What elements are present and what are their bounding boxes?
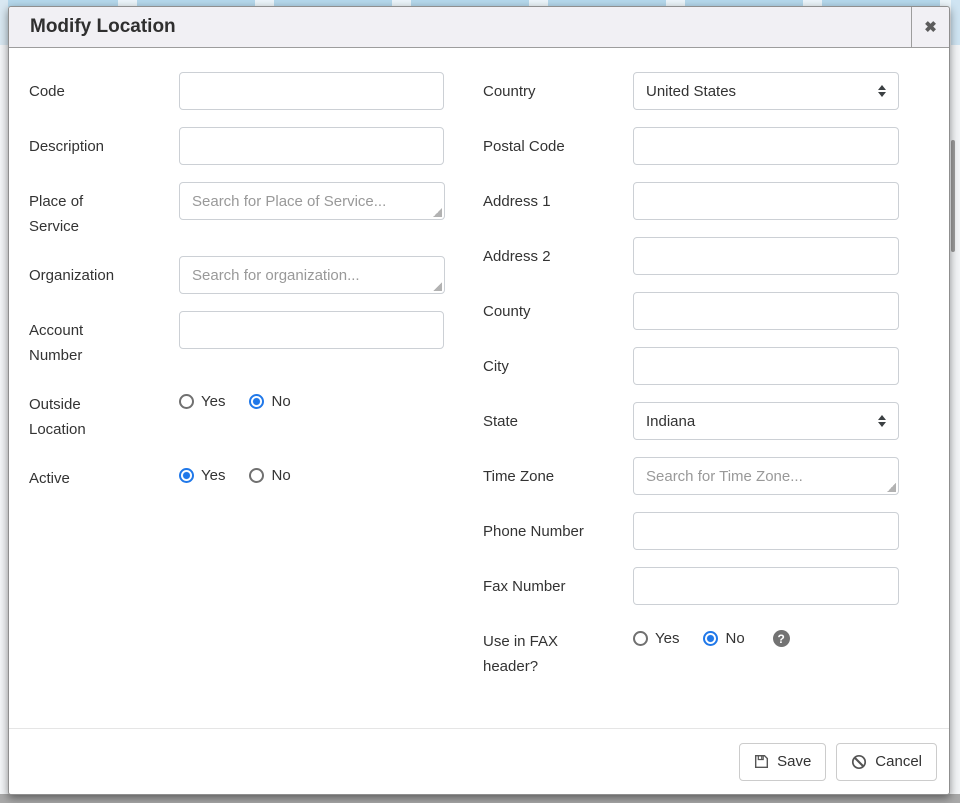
save-button[interactable]: Save (739, 743, 826, 781)
field-row-postal-code: Postal Code (483, 127, 899, 165)
close-button[interactable]: ✖ (911, 7, 949, 47)
city-input[interactable] (633, 347, 899, 385)
dialog-footer: Save Cancel (9, 728, 949, 794)
fax-number-label: Fax Number (483, 567, 633, 599)
field-row-use-in-fax-header: Use in FAX header? Yes No ? (483, 622, 899, 679)
state-select[interactable]: Indiana (633, 402, 899, 440)
organization-label: Organization (29, 256, 179, 288)
page-background-bottom (0, 794, 960, 803)
time-zone-label: Time Zone (483, 457, 633, 489)
dialog-body: Code Description Place of Service Organi… (9, 48, 949, 728)
dialog-title: Modify Location (9, 7, 911, 47)
code-label: Code (29, 72, 179, 104)
county-input[interactable] (633, 292, 899, 330)
radio-input[interactable] (249, 394, 264, 409)
radio-option-label: Yes (201, 393, 225, 410)
field-row-account-number: Account Number (29, 311, 444, 368)
place-of-service-search-input[interactable] (179, 182, 445, 220)
updown-arrows-icon (878, 85, 886, 97)
description-label: Description (29, 127, 179, 159)
field-row-address-2: Address 2 (483, 237, 899, 275)
form-column-right: Country United States Postal Code Addres… (483, 72, 899, 696)
field-row-outside-location: Outside Location Yes No (29, 385, 444, 442)
use-in-fax-header-yes-radio[interactable]: Yes (633, 630, 679, 647)
time-zone-search-input[interactable] (633, 457, 899, 495)
resize-grip-icon (433, 208, 442, 217)
use-in-fax-header-label: Use in FAX header? (483, 622, 633, 679)
field-row-description: Description (29, 127, 444, 165)
form-column-left: Code Description Place of Service Organi… (29, 72, 444, 696)
state-label: State (483, 402, 633, 434)
country-label: Country (483, 72, 633, 104)
radio-option-label: Yes (201, 467, 225, 484)
page-scrollbar-thumb (951, 140, 955, 252)
help-icon[interactable]: ? (773, 630, 790, 647)
save-floppy-icon (754, 754, 769, 769)
page-background-left (0, 0, 8, 795)
field-row-address-1: Address 1 (483, 182, 899, 220)
field-row-active: Active Yes No (29, 459, 444, 497)
dialog-header: Modify Location ✖ (9, 7, 949, 48)
radio-input[interactable] (179, 394, 194, 409)
field-row-country: Country United States (483, 72, 899, 110)
county-label: County (483, 292, 633, 324)
outside-location-yes-radio[interactable]: Yes (179, 393, 225, 410)
active-yes-radio[interactable]: Yes (179, 467, 225, 484)
cancel-button[interactable]: Cancel (836, 743, 937, 781)
updown-arrows-icon (878, 415, 886, 427)
save-button-label: Save (777, 753, 811, 770)
address-1-input[interactable] (633, 182, 899, 220)
fax-number-input[interactable] (633, 567, 899, 605)
address-1-label: Address 1 (483, 182, 633, 214)
field-row-city: City (483, 347, 899, 385)
radio-input[interactable] (633, 631, 648, 646)
radio-option-label: Yes (655, 630, 679, 647)
phone-number-label: Phone Number (483, 512, 633, 544)
resize-grip-icon (433, 282, 442, 291)
radio-input[interactable] (703, 631, 718, 646)
description-input[interactable] (179, 127, 444, 165)
outside-location-label: Outside Location (29, 385, 179, 442)
field-row-county: County (483, 292, 899, 330)
place-of-service-label: Place of Service (29, 182, 179, 239)
field-row-state: State Indiana (483, 402, 899, 440)
radio-option-label: No (725, 630, 744, 647)
field-row-time-zone: Time Zone (483, 457, 899, 495)
postal-code-label: Postal Code (483, 127, 633, 159)
account-number-input[interactable] (179, 311, 444, 349)
page-background-right (951, 0, 960, 795)
field-row-phone-number: Phone Number (483, 512, 899, 550)
cancel-ban-icon (851, 754, 867, 770)
radio-input[interactable] (249, 468, 264, 483)
use-in-fax-header-no-radio[interactable]: No (703, 630, 744, 647)
modify-location-dialog: Modify Location ✖ Code Description Place… (8, 6, 950, 795)
resize-grip-icon (887, 483, 896, 492)
active-label: Active (29, 459, 179, 491)
field-row-code: Code (29, 72, 444, 110)
active-no-radio[interactable]: No (249, 467, 290, 484)
city-label: City (483, 347, 633, 379)
field-row-place-of-service: Place of Service (29, 182, 444, 239)
country-select[interactable]: United States (633, 72, 899, 110)
select-value: Indiana (646, 413, 695, 430)
field-row-organization: Organization (29, 256, 444, 294)
radio-input[interactable] (179, 468, 194, 483)
code-input[interactable] (179, 72, 444, 110)
radio-option-label: No (271, 467, 290, 484)
close-icon: ✖ (924, 18, 937, 36)
cancel-button-label: Cancel (875, 753, 922, 770)
organization-search-input[interactable] (179, 256, 445, 294)
address-2-input[interactable] (633, 237, 899, 275)
radio-option-label: No (271, 393, 290, 410)
account-number-label: Account Number (29, 311, 179, 368)
field-row-fax-number: Fax Number (483, 567, 899, 605)
phone-number-input[interactable] (633, 512, 899, 550)
select-value: United States (646, 83, 736, 100)
address-2-label: Address 2 (483, 237, 633, 269)
postal-code-input[interactable] (633, 127, 899, 165)
outside-location-no-radio[interactable]: No (249, 393, 290, 410)
